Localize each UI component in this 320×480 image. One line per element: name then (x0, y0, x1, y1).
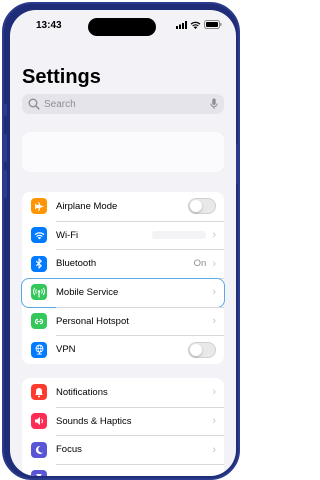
connectivity-group: Airplane Mode Wi-Fi › Bluetooth On › Mob… (21, 192, 225, 365)
row-label: Mobile Service (56, 286, 119, 298)
row-label: Sounds & Haptics (56, 415, 132, 427)
dynamic-island (88, 18, 156, 36)
mobile-service-row[interactable]: Mobile Service › (21, 278, 225, 309)
bluetooth-icon (31, 255, 47, 272)
status-icons (176, 20, 222, 29)
chevron-right-icon: › (212, 257, 216, 270)
focus-row[interactable]: Focus › (22, 435, 224, 464)
row-label: Airplane Mode (56, 200, 118, 212)
row-label: Bluetooth (56, 258, 97, 270)
vpn-row[interactable]: VPN (22, 335, 224, 364)
vpn-globe-icon (31, 341, 47, 358)
chevron-right-icon: › (212, 286, 216, 299)
apple-account-card[interactable] (22, 132, 224, 172)
status-bar: 13:43 (10, 10, 236, 36)
row-label: Personal Hotspot (56, 315, 129, 327)
airplane-mode-toggle[interactable] (188, 198, 216, 215)
search-icon (28, 98, 40, 110)
toggle-knob (190, 343, 202, 356)
bell-icon (31, 384, 47, 401)
search-placeholder: Search (44, 98, 76, 110)
status-time: 13:43 (36, 20, 62, 31)
row-label: Notifications (56, 386, 108, 398)
cellular-signal-icon (176, 20, 187, 29)
notifications-row[interactable]: Notifications › (22, 378, 224, 407)
battery-icon (204, 20, 222, 29)
chevron-right-icon: › (212, 386, 216, 399)
antenna-icon (31, 284, 47, 301)
screen-time-row[interactable]: › (22, 464, 224, 476)
wifi-icon (31, 227, 47, 244)
bluetooth-row[interactable]: Bluetooth On › (22, 249, 224, 278)
chevron-right-icon: › (212, 229, 216, 242)
airplane-icon (31, 198, 47, 215)
microphone-icon[interactable] (210, 98, 218, 110)
wifi-network-value (152, 231, 207, 240)
sounds-haptics-row[interactable]: Sounds & Haptics › (22, 406, 224, 436)
airplane-mode-row[interactable]: Airplane Mode (22, 192, 224, 221)
wifi-status-icon (190, 21, 201, 29)
moon-icon (31, 441, 47, 458)
chevron-right-icon: › (212, 315, 216, 328)
screen: 13:43 Settings Search Airplane Mode Wi-F… (10, 10, 236, 476)
row-label: Wi-Fi (56, 229, 79, 241)
speaker-icon (31, 413, 47, 430)
personal-hotspot-row[interactable]: Personal Hotspot › (22, 306, 224, 336)
chevron-right-icon: › (212, 415, 216, 428)
volume-down-button (4, 170, 7, 198)
wifi-row[interactable]: Wi-Fi › (22, 220, 224, 250)
chevron-right-icon: › (212, 443, 216, 456)
search-field[interactable]: Search (22, 94, 224, 114)
notifications-group: Notifications › Sounds & Haptics › Focus… (22, 378, 224, 476)
row-label: VPN (56, 344, 76, 356)
hotspot-icon (31, 313, 47, 330)
chevron-right-icon: › (212, 472, 216, 476)
device-frame: 13:43 Settings Search Airplane Mode Wi-F… (2, 2, 240, 480)
vpn-toggle[interactable] (188, 341, 216, 358)
volume-up-button (4, 134, 7, 162)
toggle-knob (190, 200, 202, 213)
bluetooth-status-value: On (193, 258, 207, 270)
action-button (4, 104, 7, 116)
page-title: Settings (22, 66, 101, 88)
hourglass-icon (31, 470, 47, 476)
row-label: Focus (56, 444, 82, 456)
